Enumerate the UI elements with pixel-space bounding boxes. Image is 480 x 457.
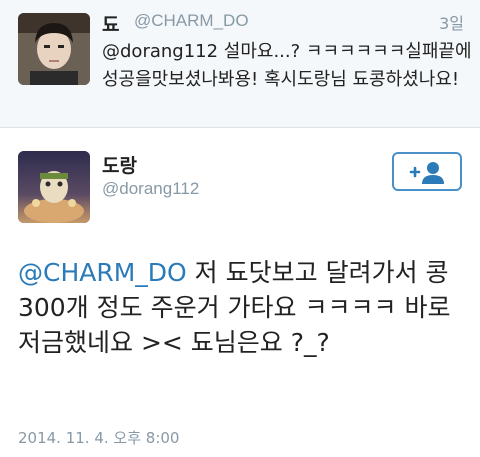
user-handle[interactable]: @CHARM_DO — [134, 11, 249, 31]
profile-photo — [18, 13, 90, 85]
avatar[interactable] — [18, 151, 90, 223]
reply-tweet: 됴 @CHARM_DO 3일 @dorang112 설마요...? ㅋㅋㅋㅋㅋㅋ… — [0, 0, 480, 128]
mention-link[interactable]: @CHARM_DO — [18, 258, 187, 287]
user-handle[interactable]: @dorang112 — [102, 179, 199, 199]
tweet-text: @dorang112 설마요...? ㅋㅋㅋㅋㅋㅋ실패끝에성공을맛보셨나봐용! … — [102, 41, 472, 90]
add-user-icon — [409, 161, 444, 184]
main-tweet: 도랑 @dorang112 @CHARM_DO 저 됴닷보고 달려가서 콩 30… — [0, 129, 480, 457]
tweet-date: 2014. 11. 4. 오후 8:00 — [18, 429, 180, 447]
avatar[interactable] — [18, 13, 90, 85]
display-name[interactable]: 도랑 — [102, 151, 137, 178]
profile-image — [18, 151, 90, 223]
timestamp: 3일 — [439, 14, 464, 33]
follow-button[interactable] — [392, 152, 462, 191]
display-name[interactable]: 됴 — [102, 10, 119, 37]
tweet-text: @CHARM_DO 저 됴닷보고 달려가서 콩 300개 정도 주운거 가타요 … — [18, 255, 468, 360]
